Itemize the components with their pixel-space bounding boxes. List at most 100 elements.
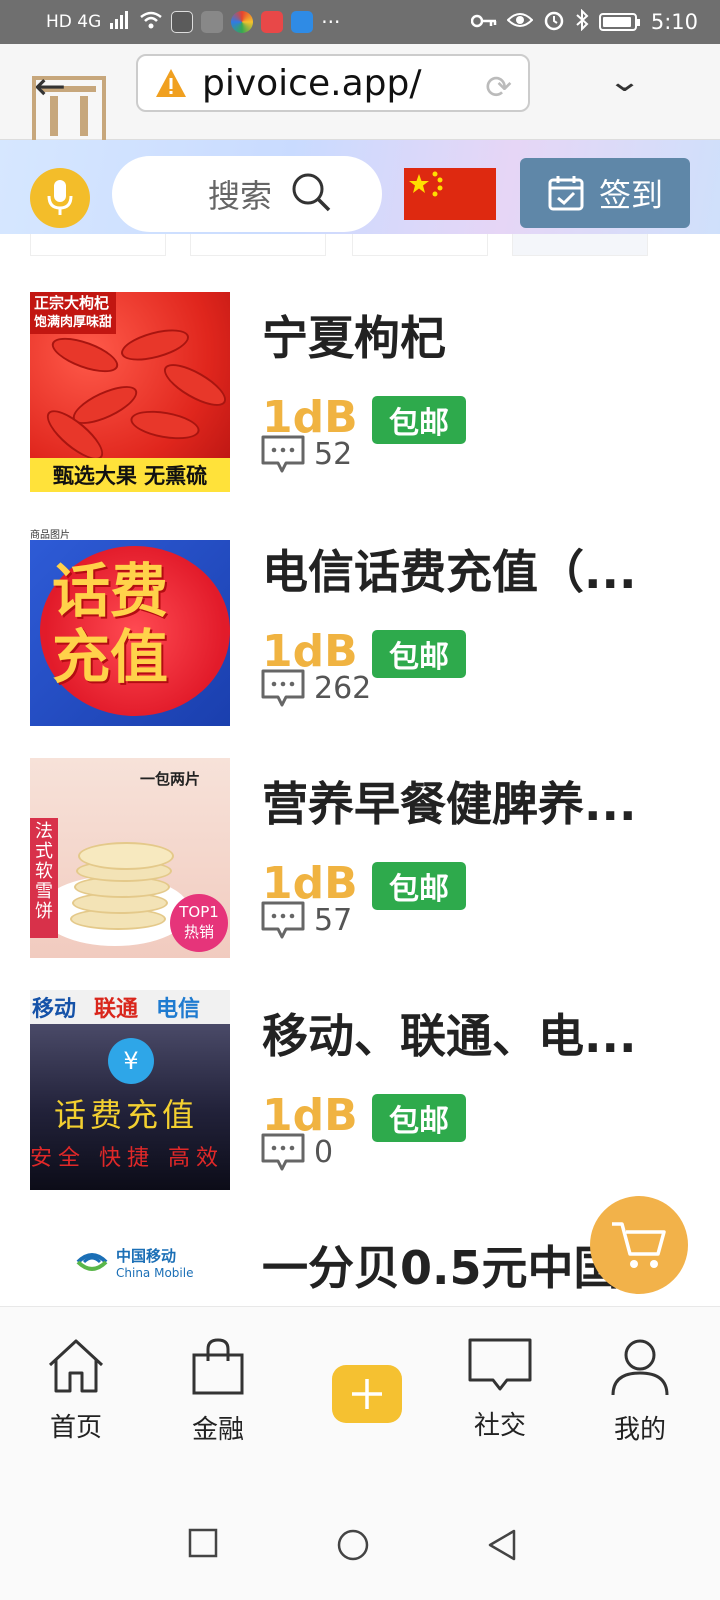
product-title[interactable]: 宁夏枸杞 xyxy=(262,302,672,368)
signin-button[interactable]: 签到 xyxy=(520,158,690,228)
nav-item-social[interactable]: 社交 xyxy=(440,1337,560,1442)
product-thumbnail[interactable]: 商品图片 话费充值 xyxy=(30,526,230,726)
network-label: HD 4G xyxy=(46,12,102,32)
product-item[interactable]: 商品图片 话费充值 电信话费充值（... 1dB 包邮 262 xyxy=(30,526,690,726)
chat-bubble-icon xyxy=(468,1338,532,1391)
comment-icon xyxy=(261,1133,305,1171)
comment-count: 57 xyxy=(260,900,352,940)
status-left: HD 4G ··· xyxy=(46,10,471,34)
chevron-down-icon[interactable]: ⌄ xyxy=(607,64,642,99)
warning-icon[interactable] xyxy=(154,67,188,99)
nav-label-social: 社交 xyxy=(473,1411,526,1441)
product-item[interactable]: 移动 联通 电信 ¥ 话费充值 安全 快捷 高效 移动、联通、电... 1dB … xyxy=(30,990,690,1190)
comment-number: 262 xyxy=(314,670,372,706)
free-shipping-badge: 包邮 xyxy=(372,396,466,444)
product-thumbnail[interactable]: 正宗大枸杞 饱满肉厚味甜 甄选大果 无熏硫 xyxy=(30,292,230,492)
signal-icon xyxy=(109,10,131,34)
comment-count: 262 xyxy=(260,668,371,708)
thumb-logo-cn: 中国移动 xyxy=(116,1246,177,1265)
key-icon xyxy=(470,10,497,34)
user-icon xyxy=(611,1339,669,1396)
free-shipping-badge: 包邮 xyxy=(372,630,466,678)
free-shipping-badge: 包邮 xyxy=(372,862,466,910)
thumb-sub: 安全 快捷 高效 xyxy=(30,1146,224,1171)
alarm-icon xyxy=(543,9,565,36)
app-header: 搜索 签到 xyxy=(0,140,720,234)
calendar-check-icon xyxy=(548,176,584,211)
thumb-small-label: 商品图片 xyxy=(30,530,70,541)
comment-icon xyxy=(261,901,305,939)
thumb-logo-en: China Mobile xyxy=(116,1265,194,1280)
comment-number: 52 xyxy=(314,436,353,472)
recent-apps-icon[interactable] xyxy=(188,1528,218,1562)
thumb-tag-line2: 饱满肉厚味甜 xyxy=(34,315,113,330)
comment-count: 0 xyxy=(260,1132,333,1172)
microphone-icon xyxy=(47,180,73,215)
nav-label-finance: 金融 xyxy=(191,1415,244,1445)
comment-icon xyxy=(261,435,305,473)
comment-count: 52 xyxy=(260,434,352,474)
product-title[interactable]: 移动、联通、电... xyxy=(262,1000,672,1066)
free-shipping-badge: 包邮 xyxy=(372,1094,466,1142)
add-button[interactable] xyxy=(332,1365,402,1423)
china-mobile-logo-icon xyxy=(76,1253,108,1271)
back-triangle-icon[interactable] xyxy=(486,1528,518,1566)
comment-number: 57 xyxy=(314,902,353,938)
home-circle-icon[interactable] xyxy=(336,1528,370,1566)
status-bar: HD 4G ··· 5:10 xyxy=(0,0,720,44)
thumb-tag-line1: 正宗大枸杞 xyxy=(34,294,110,312)
nav-label-home: 首页 xyxy=(49,1413,102,1443)
nav-item-finance[interactable]: 金融 xyxy=(158,1337,278,1446)
search-icon[interactable] xyxy=(290,171,332,217)
app-badge-icon xyxy=(171,11,194,33)
nav-item-home[interactable]: 首页 xyxy=(16,1337,136,1444)
shopping-bag-icon xyxy=(192,1338,244,1395)
product-item[interactable]: 一包两片 法式软雪饼 TOP1 热销 营养早餐健脾养... 1dB 包邮 57 xyxy=(30,758,690,958)
shopping-cart-icon xyxy=(612,1222,666,1268)
home-icon xyxy=(48,1339,104,1393)
status-right: 5:10 xyxy=(470,8,698,36)
comment-number: 0 xyxy=(314,1134,334,1170)
app-badge-icon xyxy=(261,11,284,33)
product-thumbnail[interactable]: 移动 联通 电信 ¥ 话费充值 安全 快捷 高效 xyxy=(30,990,230,1190)
carrier-label: 电信 xyxy=(156,997,201,1022)
search-placeholder: 搜索 xyxy=(208,177,273,215)
wifi-icon xyxy=(139,10,163,34)
china-mobile-logo: 中国移动 China Mobile xyxy=(74,1244,193,1280)
thumb-text: 话费充值 xyxy=(54,1096,199,1134)
carrier-label: 移动 xyxy=(32,997,77,1022)
back-arrow-icon[interactable]: ← xyxy=(34,64,66,108)
address-bar[interactable]: pivoice.app/ ⟳ xyxy=(136,54,530,112)
more-notifications: ··· xyxy=(321,10,341,34)
search-input[interactable]: 搜索 xyxy=(112,156,382,232)
app-badge-icon xyxy=(231,11,254,33)
eye-icon xyxy=(506,10,534,34)
product-thumbnail[interactable]: 中国移动 China Mobile xyxy=(30,1222,230,1306)
yuan-icon: ¥ xyxy=(108,1038,154,1084)
product-title[interactable]: 电信话费充值（... xyxy=(262,536,672,602)
thumb-text: 话费充值 xyxy=(52,557,169,691)
product-thumbnail[interactable]: 一包两片 法式软雪饼 TOP1 热销 xyxy=(30,758,230,958)
product-title[interactable]: 营养早餐健脾养... xyxy=(262,768,672,834)
bottom-navigation: 首页 金融 社交 我的 xyxy=(0,1306,720,1484)
browser-toolbar: ← pivoice.app/ ⟳ ⌄ xyxy=(0,44,720,150)
thumb-tag: 正宗大枸杞 饱满肉厚味甜 xyxy=(30,292,117,334)
comment-icon xyxy=(261,669,305,707)
nav-item-mine[interactable]: 我的 xyxy=(580,1337,700,1446)
product-item[interactable]: 正宗大枸杞 饱满肉厚味甜 甄选大果 无熏硫 宁夏枸杞 1dB 包邮 52 xyxy=(30,292,690,492)
reload-icon[interactable]: ⟳ xyxy=(485,68,512,106)
bluetooth-icon xyxy=(575,8,589,36)
thumb-side-label: 法式软雪饼 xyxy=(30,818,58,938)
plus-icon xyxy=(352,1379,382,1409)
china-flag-icon[interactable] xyxy=(404,168,496,220)
voice-button[interactable] xyxy=(30,168,90,228)
nav-label-mine: 我的 xyxy=(613,1415,666,1445)
category-strip xyxy=(0,234,720,256)
app-badge-icon xyxy=(291,11,314,33)
url-text[interactable]: pivoice.app/ xyxy=(202,63,421,104)
thumb-pack-label: 一包两片 xyxy=(140,770,201,788)
signin-label: 签到 xyxy=(598,176,663,214)
system-navigation xyxy=(0,1484,720,1600)
product-title[interactable]: 一分贝0.5元中国 xyxy=(262,1232,622,1298)
cart-button[interactable] xyxy=(590,1196,688,1294)
